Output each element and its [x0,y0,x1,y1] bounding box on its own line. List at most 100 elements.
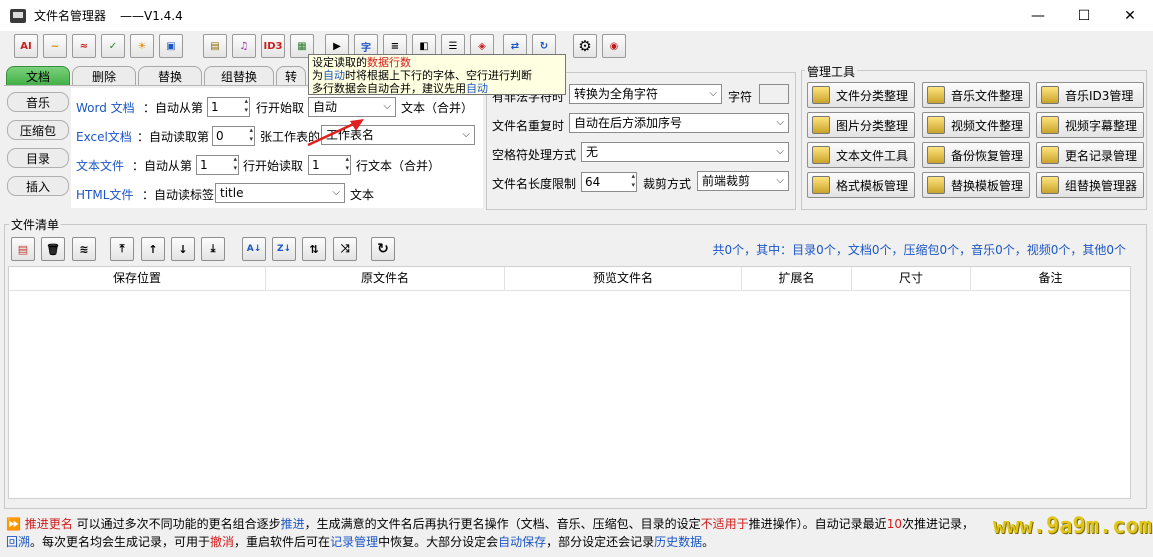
image-sort-button[interactable]: 图片分类整理 [807,112,915,138]
text-tool-button[interactable]: 文本文件工具 [807,142,915,168]
backup-restore-button[interactable]: 备份恢复管理 [922,142,1030,168]
chevron-down-icon: ⌵ [709,88,717,99]
tab-group-replace[interactable]: 组替换 [204,66,274,86]
status-text-8: ，部分设定还会记录 [546,535,655,549]
maximize-button[interactable]: ☐ [1061,0,1107,31]
clear-list-icon[interactable]: ≋ [72,237,96,261]
tooltip-text: 多行数据会自动合并，建议先用 [312,82,466,95]
text-tool-label: 文本文件工具 [836,148,909,163]
group-replace-icon [1041,176,1059,194]
tooltip: 设定读取的数据行数 为自动时将根据上下行的字体、空行进行判断 多行数据会自动合并… [308,54,566,95]
template-icon [812,176,830,194]
duplicate-value: 自动在后方添加序号 [574,116,683,130]
duplicate-select[interactable]: 自动在后方添加序号 ⌵ [569,113,789,133]
title-bar: 文件名管理器 ——V1.4.4 — ☐ ✕ [0,0,1153,31]
status-text-9: 。 [702,535,715,549]
move-up-icon[interactable]: ↑ [141,237,165,261]
illegal-char-value: 转换为全角字符 [574,87,659,101]
status-push: 推进 [280,517,305,531]
id3-manage-label: 音乐ID3管理 [1065,88,1134,103]
chevron-down-icon: ⌵ [332,187,340,198]
move-top-icon[interactable]: ⤒ [110,237,134,261]
file-sort-button[interactable]: 文件分类整理 [807,82,915,108]
html-tag-value: title [220,186,244,200]
format-template-button[interactable]: 格式模板管理 [807,172,915,198]
about-icon[interactable]: ◉ [602,34,626,58]
status-bar: ⏩ 推进更名 可以通过多次不同功能的更名组合逐步推进，生成满意的文件名后再执行更… [0,512,1000,557]
column-extension[interactable]: 扩展名 [742,267,852,291]
char-field[interactable] [759,84,789,104]
text-rows-spinner[interactable]: 1 [308,155,351,175]
trash-icon[interactable]: 🗑 [41,237,65,261]
replace-template-label: 替换模板管理 [951,178,1024,193]
sun-icon[interactable]: ☀ [130,34,154,58]
hat-icon[interactable]: ~ [43,34,67,58]
word-start-spinner[interactable]: 1 [207,97,250,117]
replace-template-button[interactable]: 替换模板管理 [922,172,1030,198]
sidetab-music[interactable]: 音乐 [7,92,69,112]
refresh-icon[interactable]: ↻ [371,237,395,261]
cut-select[interactable]: 前端裁剪 ⌵ [697,171,789,191]
id3-manage-button[interactable]: 音乐ID3管理 [1036,82,1144,108]
status-rollback: 回溯 [6,535,31,549]
illegal-char-select[interactable]: 转换为全角字符 ⌵ [569,84,722,104]
move-down-icon[interactable]: ↓ [171,237,195,261]
column-size[interactable]: 尺寸 [852,267,971,291]
ai-icon[interactable]: AI [14,34,38,58]
column-note[interactable]: 备注 [971,267,1130,291]
add-files-icon[interactable]: ▤ [11,237,35,261]
sort-asc-icon[interactable]: A↓ [242,237,266,261]
toolbar: AI ~ ≈ ✓ ☀ ▣ ▤ ♫ ID3 ▦ ▶ 字 ≡ ◧ ☰ ◈ ⇄ ↻ ⚙… [0,31,1153,63]
length-spinner[interactable]: 64 [581,172,637,192]
wave-icon[interactable]: ≈ [72,34,96,58]
sidetab-folder[interactable]: 目录 [7,148,69,168]
text-start-spinner[interactable]: 1 [196,155,239,175]
subtitle-sort-button[interactable]: 视频字幕整理 [1036,112,1144,138]
char-label: 字符 [728,90,753,104]
excel-sheet-spinner[interactable]: 0 [212,126,255,146]
reverse-icon[interactable]: ⇅ [302,237,326,261]
space-select[interactable]: 无 ⌵ [581,142,789,162]
html-tail-label: 文本 [350,188,375,202]
sidetab-insert[interactable]: 插入 [7,176,69,196]
word-mode-value: 自动 [313,100,338,114]
tooltip-highlight: 自动 [466,82,488,95]
close-button[interactable]: ✕ [1107,0,1153,31]
tooltip-highlight: 数据行数 [367,56,411,69]
tab-document[interactable]: 文档 [6,66,70,86]
file-table[interactable]: 保存位置 原文件名 预览文件名 扩展名 尺寸 备注 [8,266,1131,499]
html-tag-select[interactable]: title ⌵ [215,183,345,203]
id3-icon[interactable]: ID3 [261,34,285,58]
rename-record-button[interactable]: 更名记录管理 [1036,142,1144,168]
minimize-button[interactable]: — [1015,0,1061,31]
group-replace-manager-button[interactable]: 组替换管理器 [1036,172,1144,198]
column-preview-name[interactable]: 预览文件名 [505,267,742,291]
tooltip-text: 为 [312,69,323,82]
save-disk-icon[interactable]: ▣ [159,34,183,58]
chevron-down-icon: ⌵ [462,129,470,140]
sort-desc-icon[interactable]: Z↓ [272,237,296,261]
video-sort-button[interactable]: 视频文件整理 [922,112,1030,138]
window-version: ——V1.4.4 [120,8,183,23]
excel-auto-label: ：自动读取第 [137,130,210,144]
tab-delete[interactable]: 删除 [72,66,136,86]
shuffle-icon[interactable]: ⤨ [333,237,357,261]
status-text-2: ，生成满意的文件名后再执行更名操作（文档、音乐、压缩包、目录的设定 [304,517,701,531]
gear-icon[interactable]: ⚙ [573,34,597,58]
status-text-5: 。每次更名均会生成记录，可用于 [30,535,211,549]
check-icon[interactable]: ✓ [101,34,125,58]
tab-replace[interactable]: 替换 [138,66,202,86]
column-original-name[interactable]: 原文件名 [266,267,505,291]
tab-convert[interactable]: 转 [276,66,306,86]
column-save-location[interactable]: 保存位置 [9,267,266,291]
app-icon [10,8,26,23]
move-bottom-icon[interactable]: ⤓ [201,237,225,261]
text-file-icon [812,146,830,164]
length-label: 文件名长度限制 [492,177,577,191]
subtitle-sort-label: 视频字幕整理 [1065,118,1138,133]
sidetab-archive[interactable]: 压缩包 [7,120,69,140]
music-file-icon[interactable]: ♫ [232,34,256,58]
duplicate-label: 文件名重复时 [492,119,565,133]
music-sort-button[interactable]: 音乐文件整理 [922,82,1030,108]
files-stack-icon[interactable]: ▤ [203,34,227,58]
